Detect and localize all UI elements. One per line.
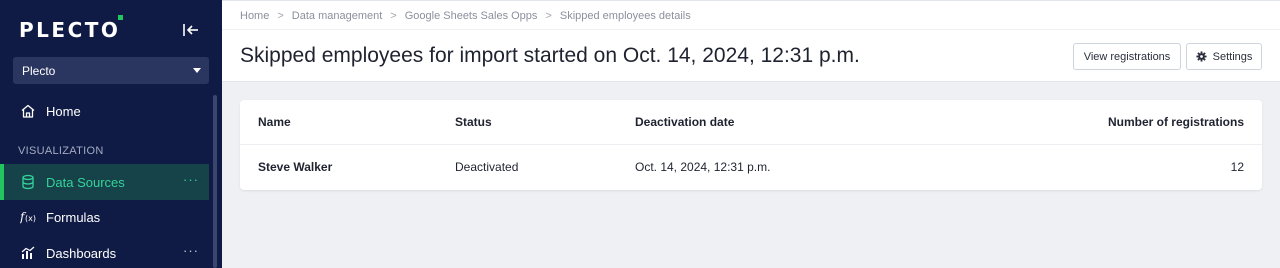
home-icon — [21, 104, 35, 118]
breadcrumb-google-sheets-sales-opps[interactable]: Google Sheets Sales Opps — [405, 10, 538, 22]
sidebar-item-label: Home — [46, 103, 81, 119]
settings-label: Settings — [1212, 50, 1253, 63]
sidebar-item-home[interactable]: Home — [0, 93, 209, 129]
column-header-name[interactable]: Name — [258, 115, 291, 129]
svg-text:(x): (x) — [25, 214, 36, 223]
organization-select-value: Plecto — [22, 64, 56, 78]
breadcrumb-separator: > — [545, 10, 552, 22]
table-header-row: Name Status Deactivation date Number of … — [240, 100, 1262, 145]
dashboard-chart-icon — [21, 246, 35, 259]
breadcrumb-separator: > — [277, 10, 284, 22]
column-header-number-of-registrations[interactable]: Number of registrations — [1108, 115, 1244, 129]
breadcrumb-home[interactable]: Home — [240, 10, 269, 22]
sidebar: PLECTO Plecto Home VISUALIZATION Data So… — [0, 0, 222, 268]
cell-deactivation-date: Oct. 14, 2024, 12:31 p.m. — [635, 160, 771, 174]
gear-icon — [1196, 51, 1207, 62]
formula-icon: f (x) — [20, 210, 36, 224]
plecto-logo[interactable]: PLECTO — [19, 15, 124, 42]
cell-number-of-registrations: 12 — [1230, 160, 1244, 174]
page-header: Home > Data management > Google Sheets S… — [222, 0, 1280, 82]
breadcrumb-data-management[interactable]: Data management — [292, 10, 383, 22]
chevron-down-icon — [193, 68, 201, 73]
sidebar-item-label: Formulas — [46, 209, 101, 225]
sidebar-item-label: Data Sources — [46, 174, 125, 190]
breadcrumb-separator: > — [390, 10, 397, 22]
logo-row: PLECTO — [0, 0, 222, 60]
settings-button[interactable]: Settings — [1186, 43, 1262, 70]
logo-accent-dot — [118, 15, 124, 20]
logo-text: PLECTO — [19, 15, 124, 42]
main-content: Home > Data management > Google Sheets S… — [222, 0, 1280, 268]
more-options-icon[interactable]: ··· — [183, 172, 199, 187]
more-options-icon[interactable]: ··· — [183, 243, 199, 258]
table-row: Steve Walker Deactivated Oct. 14, 2024, … — [240, 145, 1262, 190]
divider — [222, 29, 1280, 30]
view-registrations-label: View registrations — [1083, 50, 1171, 63]
skipped-employees-table: Name Status Deactivation date Number of … — [240, 100, 1262, 190]
organization-select[interactable]: Plecto — [13, 57, 209, 84]
sidebar-item-data-sources[interactable]: Data Sources ··· — [0, 164, 209, 200]
sidebar-item-label: Dashboards — [46, 245, 117, 261]
cell-name: Steve Walker — [258, 160, 333, 174]
breadcrumb-current: Skipped employees details — [559, 10, 691, 22]
column-header-deactivation-date[interactable]: Deactivation date — [635, 115, 734, 129]
cell-status: Deactivated — [455, 160, 519, 174]
database-icon — [22, 174, 34, 190]
active-indicator — [0, 164, 4, 200]
sidebar-item-formulas[interactable]: f (x) Formulas — [0, 199, 209, 235]
breadcrumb: Home > Data management > Google Sheets S… — [240, 10, 691, 22]
sidebar-item-dashboards[interactable]: Dashboards ··· — [0, 235, 209, 268]
page-title: Skipped employees for import started on … — [240, 44, 860, 67]
collapse-sidebar-icon[interactable] — [182, 22, 200, 38]
sidebar-scrollbar[interactable] — [213, 95, 217, 268]
view-registrations-button[interactable]: View registrations — [1073, 43, 1181, 70]
section-label-visualization: VISUALIZATION — [18, 145, 104, 157]
column-header-status[interactable]: Status — [455, 115, 492, 129]
